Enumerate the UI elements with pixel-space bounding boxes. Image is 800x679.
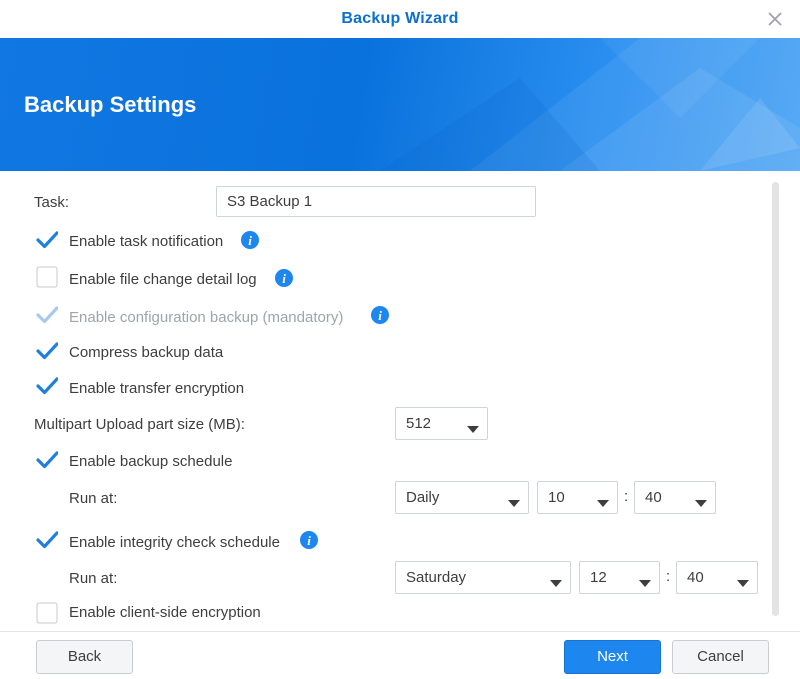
backup-schedule-checkbox[interactable]: [36, 449, 58, 471]
integrity-run-at-label: Run at:: [69, 570, 118, 587]
backup-run-at-label: Run at:: [69, 490, 118, 507]
backup-frequency-select[interactable]: Daily: [395, 481, 529, 514]
integrity-schedule-checkbox[interactable]: [36, 529, 58, 551]
compress-checkbox[interactable]: [36, 340, 58, 362]
transfer-encryption-checkbox[interactable]: [36, 375, 58, 397]
file-change-log-checkbox[interactable]: [36, 266, 58, 288]
task-notification-label: Enable task notification: [69, 233, 224, 250]
config-backup-label: Enable configuration backup (mandatory): [69, 309, 344, 326]
window-title: Backup Wizard: [341, 10, 459, 27]
info-icon[interactable]: i: [275, 269, 293, 287]
info-icon[interactable]: i: [300, 531, 318, 549]
task-notification-checkbox[interactable]: [36, 229, 58, 251]
multipart-size-select[interactable]: 512: [395, 407, 488, 440]
chevron-down-icon: [550, 575, 562, 587]
svg-text:i: i: [282, 271, 286, 286]
multipart-size-value: 512: [406, 415, 432, 432]
integrity-day-value: Saturday: [406, 569, 467, 586]
backup-hour-value: 10: [548, 489, 565, 506]
config-backup-checkbox: [36, 304, 58, 326]
backup-minute-value: 40: [645, 489, 662, 506]
backup-minute-select[interactable]: 40: [634, 481, 716, 514]
client-encryption-checkbox[interactable]: [36, 602, 58, 624]
svg-text:i: i: [378, 308, 382, 323]
integrity-hour-select[interactable]: 12: [579, 561, 660, 594]
integrity-schedule-label: Enable integrity check schedule: [69, 534, 280, 551]
svg-text:i: i: [248, 233, 252, 248]
task-name-input[interactable]: S3 Backup 1: [216, 186, 536, 217]
integrity-hour-value: 12: [590, 569, 607, 586]
close-icon[interactable]: [764, 8, 786, 30]
time-separator: :: [624, 488, 629, 505]
integrity-day-select[interactable]: Saturday: [395, 561, 571, 594]
chevron-down-icon: [639, 575, 651, 587]
page-title: Backup Settings: [24, 92, 197, 117]
chevron-down-icon: [597, 495, 609, 507]
chevron-down-icon: [467, 421, 479, 433]
compress-label: Compress backup data: [69, 344, 224, 361]
chevron-down-icon: [508, 495, 520, 507]
wizard-footer: Back Next Cancel: [0, 631, 800, 679]
info-icon[interactable]: i: [371, 306, 389, 324]
next-button[interactable]: Next: [564, 640, 661, 674]
back-button[interactable]: Back: [36, 640, 133, 674]
time-separator: :: [666, 568, 671, 585]
backup-frequency-value: Daily: [406, 489, 440, 506]
backup-schedule-label: Enable backup schedule: [69, 453, 233, 470]
file-change-log-label: Enable file change detail log: [69, 271, 257, 288]
chevron-down-icon: [737, 575, 749, 587]
svg-text:i: i: [307, 533, 311, 548]
multipart-size-label: Multipart Upload part size (MB):: [34, 416, 245, 433]
transfer-encryption-label: Enable transfer encryption: [69, 380, 245, 397]
integrity-minute-value: 40: [687, 569, 704, 586]
backup-hour-select[interactable]: 10: [537, 481, 618, 514]
chevron-down-icon: [695, 495, 707, 507]
info-icon[interactable]: i: [241, 231, 259, 249]
scrollbar[interactable]: [772, 182, 779, 616]
integrity-minute-select[interactable]: 40: [676, 561, 758, 594]
title-bar: Backup Wizard: [0, 0, 800, 38]
cancel-button[interactable]: Cancel: [672, 640, 769, 674]
header-banner: Backup Settings: [0, 38, 800, 171]
client-encryption-label: Enable client-side encryption: [69, 604, 261, 621]
task-label: Task:: [34, 194, 70, 211]
